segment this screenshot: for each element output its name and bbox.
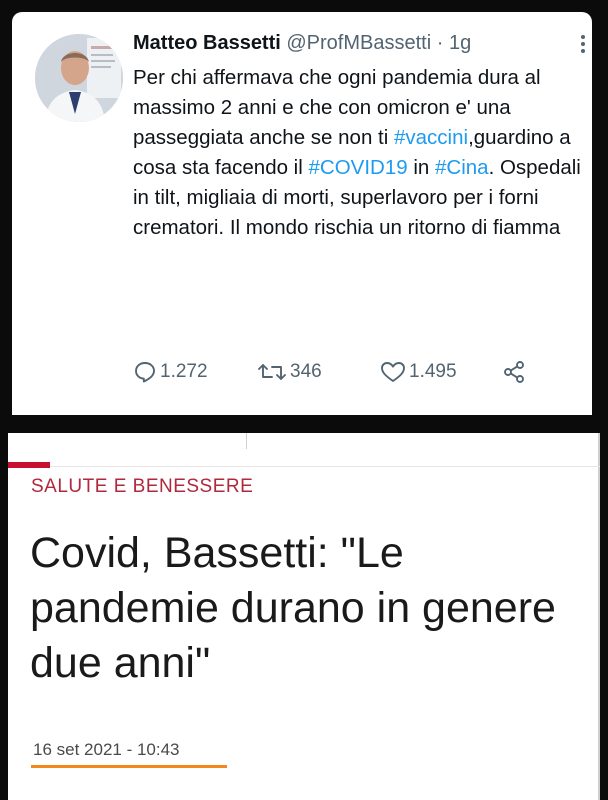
divider [246, 433, 247, 449]
hashtag-link[interactable]: #Cina [435, 156, 489, 179]
like-count: 1.495 [409, 361, 457, 382]
retweet-icon [258, 364, 286, 380]
retweet-button[interactable]: 346 [257, 360, 322, 384]
hashtag-link[interactable]: #vaccini [394, 126, 468, 149]
reply-icon [135, 362, 155, 383]
avatar[interactable] [35, 34, 123, 122]
accent-bar [8, 462, 50, 468]
article-headline[interactable]: Covid, Bassetti: "Le pandemie durano in … [30, 526, 570, 691]
retweet-count: 346 [290, 361, 322, 382]
display-name[interactable]: Matteo Bassetti [133, 32, 281, 54]
tweet-age[interactable]: 1g [449, 32, 471, 54]
more-vertical-icon[interactable] [580, 34, 586, 60]
share-icon [504, 361, 524, 383]
separator: · [431, 32, 449, 54]
divider [8, 466, 600, 467]
tweet-text: Per chi affermava che ogni pandemia dura… [133, 63, 583, 243]
tweet-header: Matteo Bassetti @ProfMBassetti · 1g [133, 32, 471, 55]
article-date: 16 set 2021 - 10:43 [33, 740, 180, 759]
share-button[interactable] [502, 360, 526, 384]
text-part: in [407, 156, 435, 179]
divider [598, 433, 600, 800]
reply-count: 1.272 [160, 361, 208, 382]
tweet-actions: 1.272 346 1.495 [12, 360, 592, 386]
like-button[interactable]: 1.495 [380, 360, 457, 384]
section-label[interactable]: SALUTE E BENESSERE [31, 476, 253, 498]
reply-button[interactable]: 1.272 [133, 360, 208, 384]
hashtag-link[interactable]: #COVID19 [309, 156, 408, 179]
avatar-photo [35, 34, 123, 122]
heart-icon [381, 362, 405, 382]
handle[interactable]: @ProfMBassetti [286, 32, 431, 54]
tweet-card[interactable]: Matteo Bassetti @ProfMBassetti · 1g Per … [12, 12, 592, 415]
date-underline [31, 765, 227, 768]
